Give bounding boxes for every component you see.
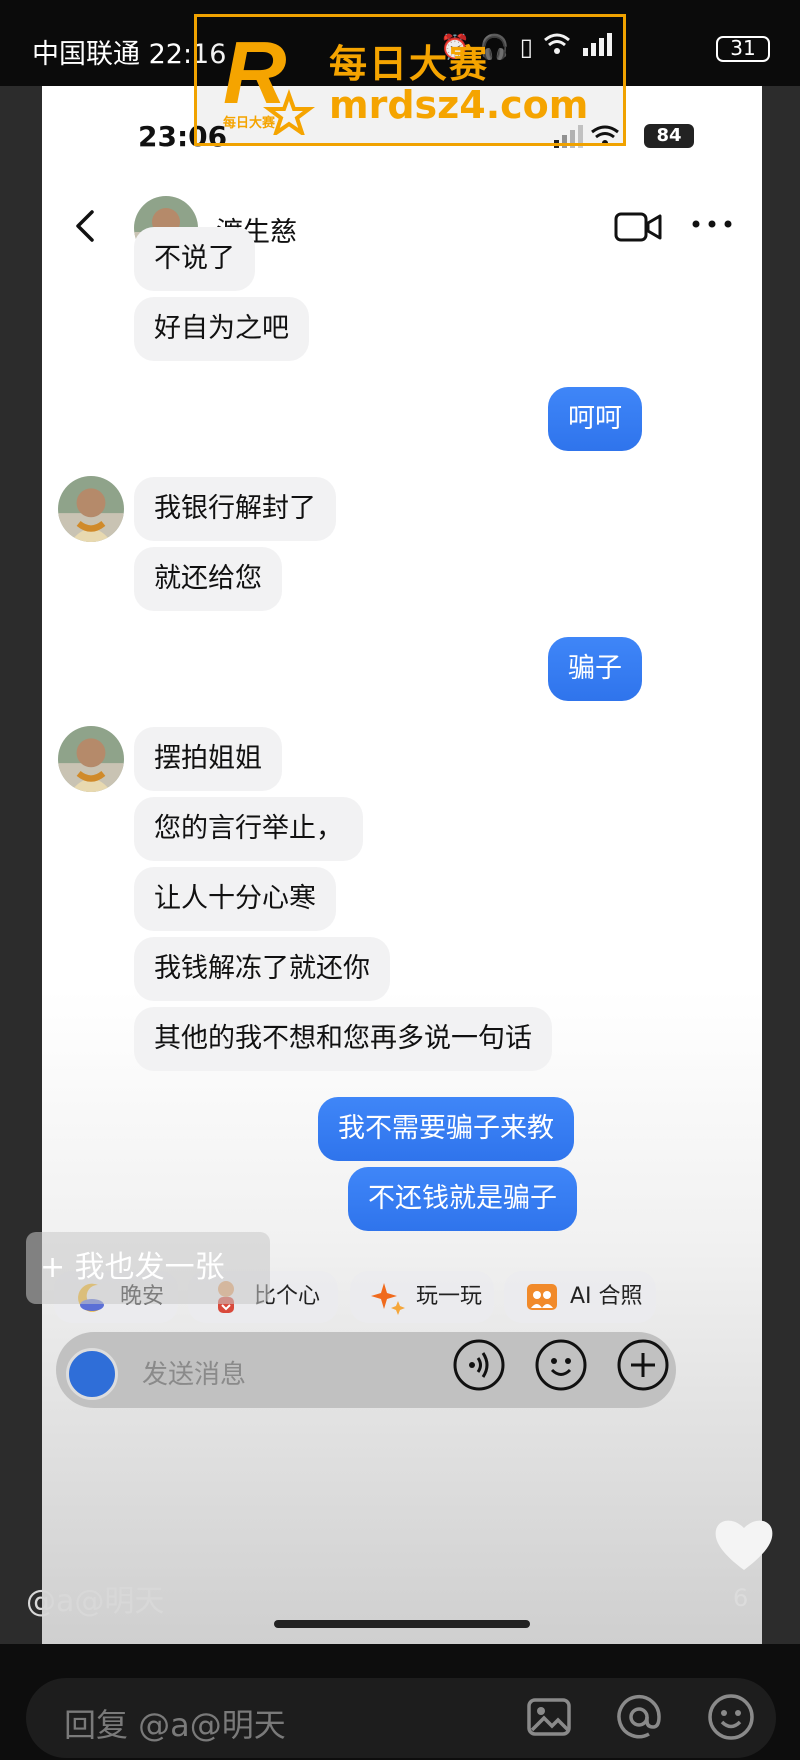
message-bubble-incoming[interactable]: 让人十分心寒 [134,867,336,931]
watermark-logo: R 每日大赛 [223,25,315,135]
video-call-icon[interactable] [614,210,662,244]
voice-icon[interactable] [452,1338,506,1392]
message-bubble-incoming[interactable]: 我钱解冻了就还你 [134,937,390,1001]
plus-icon[interactable] [616,1338,670,1392]
frame-right [762,86,800,1644]
message-bubble-outgoing[interactable]: 骗子 [548,637,642,701]
sparkle-icon [371,1283,405,1315]
watermark-banner: R 每日大赛 每日大赛 mrdsz4.com [194,14,626,146]
post-too-button[interactable]: + 我也发一张 [26,1232,270,1304]
image-icon[interactable] [524,1692,574,1742]
like-count: 6 [733,1584,749,1612]
reply-placeholder: 回复 @a@明天 [64,1706,286,1744]
quick-action-play[interactable]: 玩一玩 [350,1271,494,1323]
inner-battery-indicator: 84 [644,124,694,148]
emoji-icon[interactable] [534,1338,588,1392]
home-indicator [274,1620,530,1628]
quick-action-label: 玩一玩 [416,1284,483,1309]
like-heart-icon[interactable] [712,1514,776,1574]
message-bubble-incoming[interactable]: 摆拍姐姐 [134,727,282,791]
message-bubble-incoming[interactable]: 好自为之吧 [134,297,309,361]
message-bubble-incoming[interactable]: 您的言行举止， [134,797,363,861]
message-input-placeholder: 发送消息 [142,1360,247,1390]
message-bubble-incoming[interactable]: 其他的我不想和您再多说一句话 [134,1007,552,1071]
outer-battery-indicator: 31 [716,36,770,62]
author-handle[interactable]: @a@明天 [26,1576,164,1620]
emoji-reply-icon[interactable] [706,1692,756,1742]
message-bubble-incoming[interactable]: 我银行解封了 [134,477,336,541]
chat-screen: 23:06 84 渡生慈 不说了 好自为之吧 呵呵 我银行解封了 就还给您 骗子… [42,86,762,1644]
back-arrow-icon[interactable] [66,206,106,246]
quick-action-label: AI 合照 [570,1284,643,1309]
photo-icon [527,1284,557,1310]
watermark-domain: mrdsz4.com [329,83,589,127]
message-bubble-outgoing[interactable]: 我不需要骗子来教 [318,1097,574,1161]
message-bubble-outgoing[interactable]: 不还钱就是骗子 [348,1167,577,1231]
camera-shortcut-icon[interactable] [66,1348,118,1400]
quick-action-ai-photo[interactable]: AI 合照 [504,1271,656,1323]
frame-left [0,86,42,1644]
message-bubble-incoming[interactable]: 就还给您 [134,547,282,611]
watermark-title: 每日大赛 [329,42,490,86]
contact-avatar-small[interactable] [58,726,124,792]
contact-avatar-small[interactable] [58,476,124,542]
svg-text:每日大赛: 每日大赛 [223,115,276,131]
at-mention-icon[interactable] [614,1692,664,1742]
message-bubble-outgoing[interactable]: 呵呵 [548,387,642,451]
more-options-icon[interactable] [690,214,734,234]
message-bubble-incoming[interactable]: 不说了 [134,227,255,291]
